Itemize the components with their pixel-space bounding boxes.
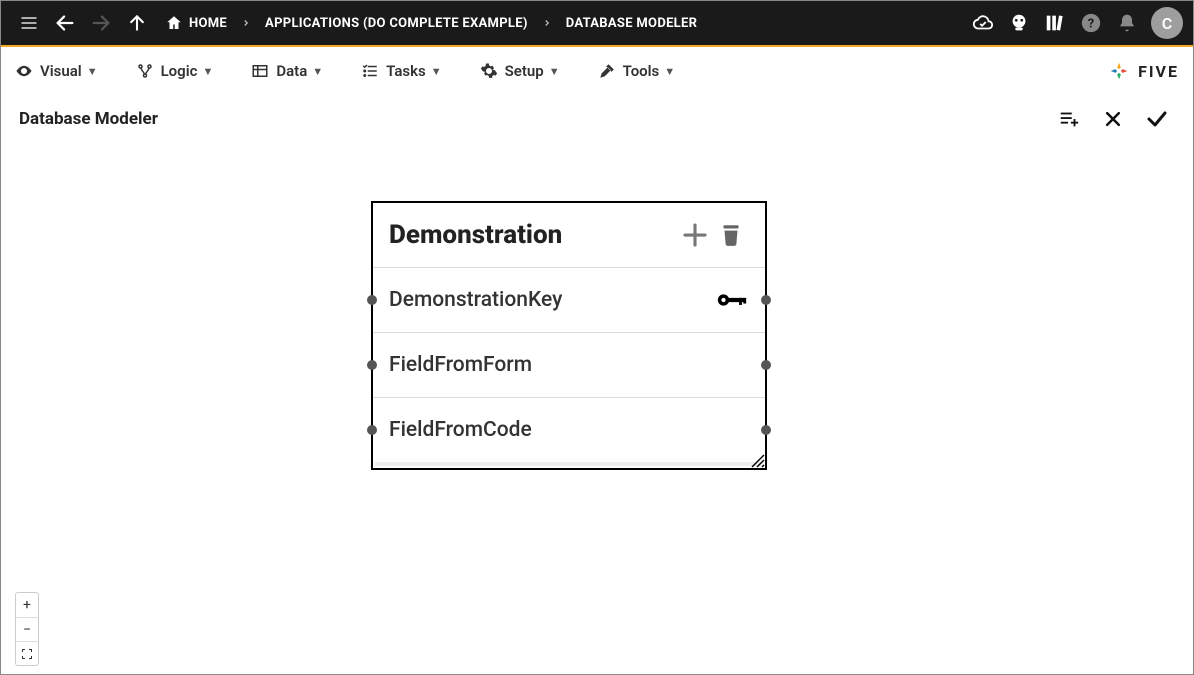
- menu-tools-label: Tools: [623, 62, 660, 80]
- menu-visual-label: Visual: [40, 62, 82, 80]
- connector-left[interactable]: [367, 360, 377, 370]
- menu-data-label: Data: [276, 62, 307, 80]
- menu-setup[interactable]: Setup ▼: [480, 62, 560, 80]
- delete-table-button[interactable]: [713, 217, 749, 253]
- menu-tools[interactable]: Tools ▼: [598, 62, 676, 80]
- caret-down-icon: ▼: [312, 65, 323, 78]
- menu-tasks-label: Tasks: [386, 62, 426, 80]
- tasks-icon: [361, 62, 379, 80]
- page-header: Database Modeler: [1, 95, 1193, 143]
- table-name: Demonstration: [389, 220, 677, 250]
- caret-down-icon: ▼: [87, 65, 98, 78]
- table-card[interactable]: Demonstration DemonstrationKey FieldFrom…: [371, 201, 767, 470]
- gear-icon: [480, 62, 498, 80]
- field-name: FieldFromForm: [389, 353, 749, 377]
- field-name: FieldFromCode: [389, 418, 749, 442]
- menu-data[interactable]: Data ▼: [251, 62, 323, 80]
- eye-icon: [15, 62, 33, 80]
- topbar: HOME APPLICATIONS (DO COMPLETE EXAMPLE) …: [1, 1, 1193, 47]
- menu-visual[interactable]: Visual ▼: [15, 62, 98, 80]
- brand: FIVE: [1108, 60, 1179, 82]
- menu-tasks[interactable]: Tasks ▼: [361, 62, 441, 80]
- breadcrumb-applications-label: APPLICATIONS (DO COMPLETE EXAMPLE): [265, 16, 528, 31]
- cancel-button[interactable]: [1095, 101, 1131, 137]
- zoom-fit-button[interactable]: [16, 641, 38, 665]
- nav-up-button[interactable]: [119, 5, 155, 41]
- page-title: Database Modeler: [19, 109, 158, 129]
- table-icon: [251, 62, 269, 80]
- modeler-canvas[interactable]: Demonstration DemonstrationKey FieldFrom…: [1, 143, 1193, 674]
- hamburger-menu-button[interactable]: [11, 5, 47, 41]
- table-scroll-track: [375, 462, 763, 466]
- menu-logic[interactable]: Logic ▼: [136, 62, 214, 80]
- breadcrumb-applications[interactable]: APPLICATIONS (DO COMPLETE EXAMPLE): [265, 16, 528, 31]
- resize-handle[interactable]: [749, 452, 765, 468]
- add-list-button[interactable]: [1051, 101, 1087, 137]
- avatar[interactable]: C: [1151, 7, 1183, 39]
- key-icon: [715, 289, 749, 311]
- breadcrumb-current-label: DATABASE MODELER: [566, 16, 698, 31]
- chevron-right-icon: [542, 18, 552, 28]
- breadcrumb-current[interactable]: DATABASE MODELER: [566, 16, 698, 31]
- caret-down-icon: ▼: [202, 65, 213, 78]
- avatar-letter: C: [1162, 14, 1172, 33]
- caret-down-icon: ▼: [549, 65, 560, 78]
- breadcrumb: HOME APPLICATIONS (DO COMPLETE EXAMPLE) …: [165, 14, 697, 32]
- connector-right[interactable]: [761, 295, 771, 305]
- tools-icon: [598, 62, 616, 80]
- svg-text:?: ?: [1088, 17, 1094, 32]
- connector-left[interactable]: [367, 425, 377, 435]
- cloud-sync-button[interactable]: [965, 5, 1001, 41]
- zoom-controls: + −: [15, 592, 39, 666]
- brand-label: FIVE: [1138, 62, 1179, 81]
- add-field-button[interactable]: [677, 217, 713, 253]
- caret-down-icon: ▼: [431, 65, 442, 78]
- nav-back-button[interactable]: [47, 5, 83, 41]
- table-rows: DemonstrationKey FieldFromForm FieldFrom…: [373, 268, 765, 462]
- connector-right[interactable]: [761, 425, 771, 435]
- connector-right[interactable]: [761, 360, 771, 370]
- table-row[interactable]: FieldFromCode: [373, 397, 765, 462]
- menu-logic-label: Logic: [161, 62, 198, 80]
- menubar: Visual ▼ Logic ▼ Data ▼ Tasks ▼ Setup ▼ …: [1, 47, 1193, 95]
- chevron-right-icon: [241, 18, 251, 28]
- menu-setup-label: Setup: [505, 62, 544, 80]
- field-name: DemonstrationKey: [389, 288, 715, 312]
- nav-forward-button: [83, 5, 119, 41]
- table-header: Demonstration: [373, 203, 765, 268]
- breadcrumb-home-label: HOME: [189, 16, 227, 31]
- caret-down-icon: ▼: [664, 65, 675, 78]
- help-button[interactable]: ?: [1073, 5, 1109, 41]
- breadcrumb-home[interactable]: HOME: [165, 14, 227, 32]
- brand-logo-icon: [1108, 60, 1130, 82]
- table-row[interactable]: FieldFromForm: [373, 332, 765, 397]
- zoom-in-button[interactable]: +: [16, 593, 38, 617]
- confirm-button[interactable]: [1139, 101, 1175, 137]
- zoom-out-button[interactable]: −: [16, 617, 38, 641]
- logic-icon: [136, 62, 154, 80]
- assistant-button[interactable]: [1001, 5, 1037, 41]
- notifications-button[interactable]: [1109, 5, 1145, 41]
- home-icon: [165, 14, 183, 32]
- library-button[interactable]: [1037, 5, 1073, 41]
- connector-left[interactable]: [367, 295, 377, 305]
- table-row[interactable]: DemonstrationKey: [373, 268, 765, 332]
